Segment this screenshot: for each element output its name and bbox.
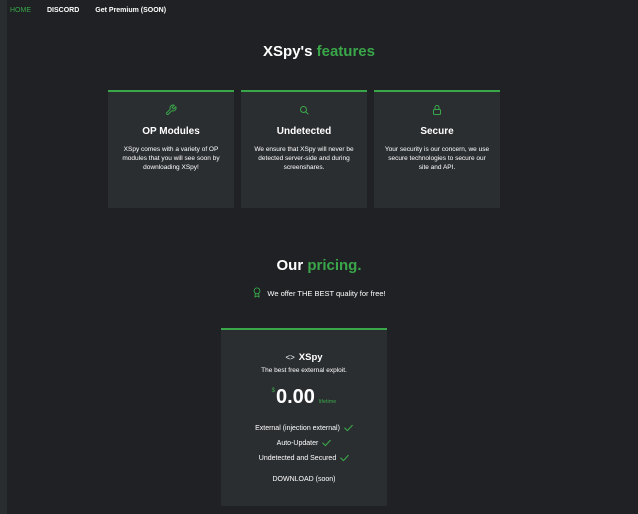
pricing-heading: Our pricing. bbox=[0, 257, 638, 274]
plan-feature-text: External (injection external) bbox=[255, 425, 340, 432]
price-amount: 0.00 bbox=[275, 386, 315, 408]
nav-discord-link[interactable]: DISCORD bbox=[47, 7, 79, 19]
pricing-subtitle-text: We offer THE BEST quality for free! bbox=[267, 289, 386, 298]
feature-text: XSpy comes with a variety of OP modules … bbox=[122, 146, 220, 171]
pricing-card: <> XSpy The best free external exploit. … bbox=[221, 328, 387, 506]
nav-premium-link[interactable]: Get Premium (SOON) bbox=[95, 7, 166, 19]
feature-card-secure: Secure Your security is our concern, we … bbox=[374, 90, 500, 208]
price-period: lifetime bbox=[318, 399, 337, 405]
pricing-subtitle: We offer THE BEST quality for free! bbox=[0, 287, 638, 300]
plan-features: External (injection external) Auto-Updat… bbox=[221, 421, 387, 466]
check-icon bbox=[340, 454, 350, 464]
feature-text: We ensure that XSpy will never be detect… bbox=[254, 146, 354, 171]
pricing-heading-accent: pricing. bbox=[307, 257, 362, 274]
code-icon: <> bbox=[285, 353, 295, 362]
plan-name: <> XSpy bbox=[221, 352, 387, 363]
plan-feature-item: External (injection external) bbox=[221, 421, 387, 436]
lock-icon bbox=[374, 104, 500, 118]
pricing-heading-main: Our bbox=[276, 257, 304, 274]
wrench-icon bbox=[108, 104, 234, 118]
feature-card-undetected: Undetected We ensure that XSpy will neve… bbox=[241, 90, 367, 208]
plan-description: The best free external exploit. bbox=[261, 367, 347, 374]
plan-feature-item: Auto-Updater bbox=[221, 436, 387, 451]
features-heading-accent: features bbox=[316, 43, 375, 60]
price-currency: $ bbox=[271, 388, 275, 394]
plan-name-text: XSpy bbox=[298, 352, 323, 363]
features-heading-main: XSpy's bbox=[263, 43, 313, 60]
download-button[interactable]: DOWNLOAD (soon) bbox=[272, 476, 335, 483]
plan-feature-text: Undetected and Secured bbox=[258, 455, 337, 462]
feature-title: OP Modules bbox=[142, 126, 200, 137]
award-icon bbox=[252, 287, 262, 300]
plan-feature-text: Auto-Updater bbox=[276, 440, 319, 447]
feature-title: Undetected bbox=[276, 126, 332, 137]
plan-feature-item: Undetected and Secured bbox=[221, 451, 387, 466]
plan-price: $ 0.00 lifetime bbox=[221, 386, 387, 408]
check-icon bbox=[322, 439, 332, 449]
check-icon bbox=[344, 424, 353, 434]
feature-cards: OP Modules XSpy comes with a variety of … bbox=[108, 90, 500, 208]
top-nav: HOME DISCORD Get Premium (SOON) bbox=[10, 7, 166, 19]
nav-home-link[interactable]: HOME bbox=[10, 7, 31, 19]
feature-title: Secure bbox=[420, 126, 454, 137]
search-icon bbox=[241, 104, 367, 118]
features-heading: XSpy's features bbox=[0, 43, 638, 60]
feature-card-op-modules: OP Modules XSpy comes with a variety of … bbox=[108, 90, 234, 208]
feature-text: Your security is our concern, we use sec… bbox=[384, 146, 490, 171]
